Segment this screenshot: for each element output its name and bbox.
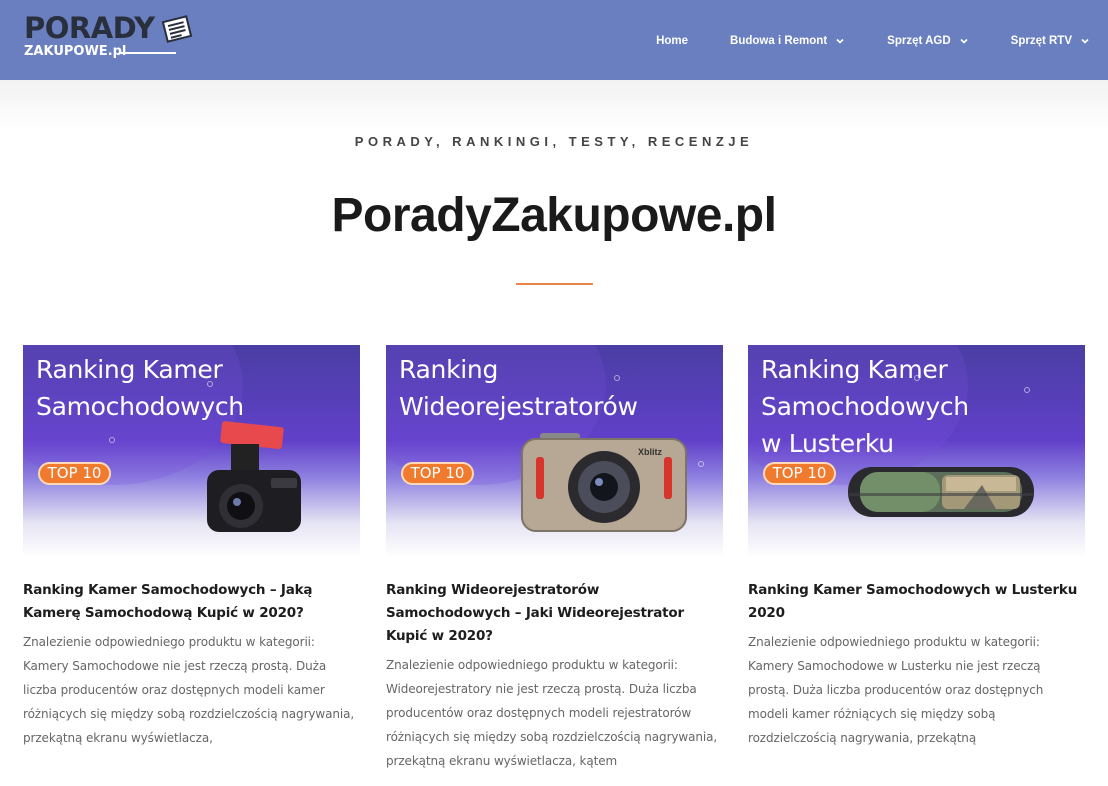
post-card: Ranking Kamer Samochodowych TOP 10 Ranki…	[23, 345, 360, 750]
post-title[interactable]: Ranking Wideorejestratorów Samochodowych…	[386, 579, 723, 648]
nav-home[interactable]: Home	[656, 30, 688, 52]
post-thumbnail[interactable]: Ranking Wideorejestratorów TOP 10 Xblitz	[386, 345, 723, 557]
post-excerpt: Znalezienie odpowiedniego produktu w kat…	[748, 635, 1044, 745]
thumbnail-line: Ranking	[399, 355, 499, 384]
site-header: PORADY ZAKUPOWE.pl Home Budowa i Remont …	[0, 0, 1108, 80]
thumbnail-heading: Ranking Kamer Samochodowych w Lusterku	[761, 351, 969, 462]
title-separator	[516, 283, 593, 285]
top10-badge: TOP 10	[38, 462, 111, 485]
post-title[interactable]: Ranking Kamer Samochodowych w Lusterku 2…	[748, 579, 1085, 625]
dash-camera-icon: Xblitz	[521, 433, 687, 532]
nav-sprzet-agd[interactable]: Sprzęt AGD	[887, 30, 968, 52]
post-thumbnail[interactable]: Ranking Kamer Samochodowych w Lusterku T…	[748, 345, 1085, 557]
chevron-down-icon	[1081, 38, 1089, 44]
post-card: Ranking Kamer Samochodowych w Lusterku T…	[748, 345, 1085, 750]
header-shadow	[0, 80, 1108, 130]
site-tagline: PORADY, RANKINGI, TESTY, RECENZJE	[354, 134, 754, 149]
thumbnail-line: Ranking Kamer	[36, 355, 223, 384]
thumbnail-line: Samochodowych	[761, 392, 969, 421]
chevron-down-icon	[960, 38, 968, 44]
page-title: PoradyZakupowe.pl	[331, 189, 777, 242]
dash-camera-icon	[207, 421, 301, 532]
mirror-camera-icon	[848, 467, 1034, 517]
post-excerpt: Znalezienie odpowiedniego produktu w kat…	[23, 635, 355, 745]
site-logo[interactable]: PORADY ZAKUPOWE.pl	[24, 12, 199, 62]
main-nav: Home Budowa i Remont Sprzęt AGD Sprzęt R…	[614, 30, 1090, 52]
decor-dot	[1024, 387, 1030, 393]
nav-rtv-label: Sprzęt RTV	[1010, 35, 1072, 47]
thumbnail-heading: Ranking Wideorejestratorów	[399, 351, 638, 425]
decor-dot	[109, 437, 115, 443]
logo-text-top: PORADY	[24, 11, 155, 45]
top10-badge: TOP 10	[401, 462, 474, 485]
thumbnail-line: w Lusterku	[761, 429, 894, 458]
thumbnail-heading: Ranking Kamer Samochodowych	[36, 351, 244, 425]
logo-underline	[120, 52, 176, 54]
nav-budowa-label: Budowa i Remont	[730, 35, 828, 47]
nav-home-label: Home	[656, 35, 689, 47]
post-card: Ranking Wideorejestratorów TOP 10 Xblitz…	[386, 345, 723, 773]
nav-sprzet-rtv[interactable]: Sprzęt RTV	[1011, 30, 1090, 52]
chevron-down-icon	[836, 38, 844, 44]
thumbnail-line: Wideorejestratorów	[399, 392, 638, 421]
decor-dot	[698, 461, 704, 467]
svg-text:Xblitz: Xblitz	[638, 447, 662, 457]
thumbnail-line: Ranking Kamer	[761, 355, 948, 384]
post-excerpt: Znalezienie odpowiedniego produktu w kat…	[386, 658, 718, 768]
logo-text-bottom: ZAKUPOWE.pl	[24, 44, 127, 59]
post-thumbnail[interactable]: Ranking Kamer Samochodowych TOP 10	[23, 345, 360, 557]
nav-budowa-i-remont[interactable]: Budowa i Remont	[730, 30, 845, 52]
post-title[interactable]: Ranking Kamer Samochodowych – Jaką Kamer…	[23, 579, 360, 625]
newspaper-icon	[161, 15, 193, 43]
top10-badge: TOP 10	[763, 462, 836, 485]
nav-agd-label: Sprzęt AGD	[887, 35, 951, 47]
